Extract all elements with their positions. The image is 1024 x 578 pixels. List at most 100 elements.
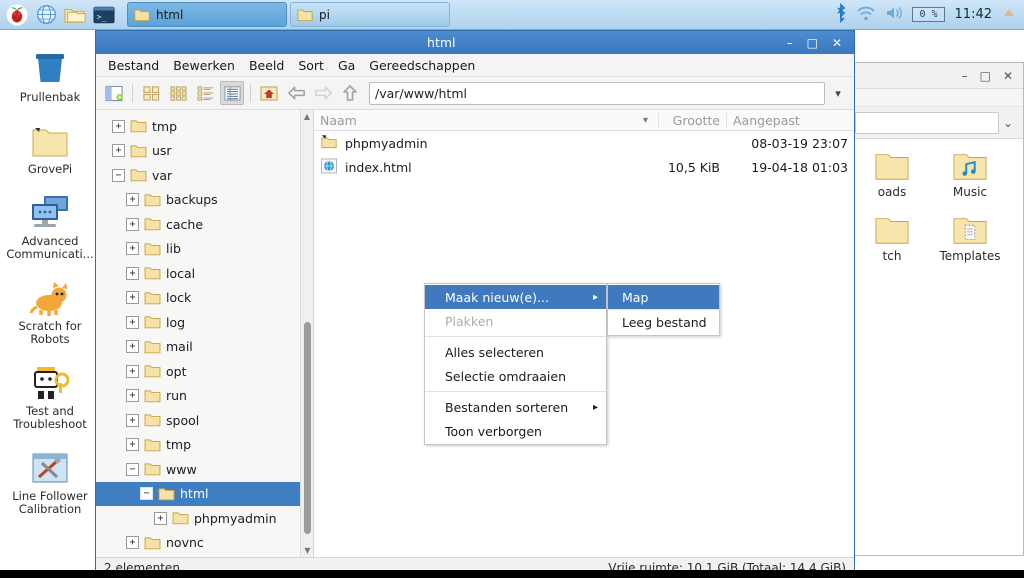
path-dropdown-icon[interactable]: ▾ <box>828 87 848 100</box>
raspberry-menu-icon[interactable] <box>4 2 30 28</box>
background-file-manager-window[interactable]: – □ ✕ ⌄ oads Music tch Templates <box>848 62 1024 556</box>
list-item[interactable]: Music <box>931 149 1009 199</box>
menu-bewerken[interactable]: Bewerken <box>167 56 241 75</box>
column-header-name[interactable]: Naam ▾ <box>314 113 658 128</box>
tree-expander[interactable]: + <box>126 536 139 550</box>
context-menu-item-bestanden-sorteren[interactable]: Bestanden sorteren ▸ <box>425 395 606 419</box>
file-manager-icon[interactable] <box>62 2 88 28</box>
tree-scrollbar[interactable]: ▲ ▼ <box>300 110 313 557</box>
tree-expander[interactable]: − <box>140 487 153 501</box>
terminal-icon[interactable]: >_ <box>91 2 117 28</box>
tree-item-novnc[interactable]: + novnc <box>96 531 313 556</box>
menu-sort[interactable]: Sort <box>292 56 330 75</box>
chevron-down-icon[interactable]: ▾ <box>643 115 652 126</box>
list-item[interactable]: tch <box>853 213 931 263</box>
desktop-icon-advanced-communication[interactable]: Advanced Communicati... <box>2 182 98 265</box>
close-button[interactable]: ✕ <box>1003 69 1013 83</box>
menu-bestand[interactable]: Bestand <box>102 56 165 75</box>
table-row[interactable]: phpmyadmin 08-03-19 23:07 <box>314 131 854 155</box>
table-row[interactable]: index.html 10,5 KiB 19-04-18 01:03 <box>314 155 854 179</box>
bluetooth-icon[interactable] <box>834 2 848 26</box>
desktop-icon-line-follower-calibration[interactable]: Line Follower Calibration <box>2 437 98 520</box>
desktop-icon-test-and-troubleshoot[interactable]: Test and Troubleshoot <box>2 352 98 435</box>
cpu-usage-indicator[interactable]: 0 % <box>912 7 945 22</box>
tree-item-tmp-var[interactable]: + tmp <box>96 433 313 458</box>
context-menu-item-selectie-omdraaien[interactable]: Selectie omdraaien <box>425 364 606 388</box>
context-menu-item-alles-selecteren[interactable]: Alles selecteren <box>425 340 606 364</box>
tree-item-spool[interactable]: + spool <box>96 408 313 433</box>
web-browser-icon[interactable] <box>33 2 59 28</box>
volume-icon[interactable] <box>884 4 904 25</box>
context-submenu-item-map[interactable]: Map <box>608 285 719 309</box>
tree-expander[interactable]: + <box>112 144 125 158</box>
tree-item-cache[interactable]: + cache <box>96 212 313 237</box>
tree-expander[interactable]: + <box>126 413 139 427</box>
wifi-icon[interactable] <box>856 4 876 25</box>
menu-beeld[interactable]: Beeld <box>243 56 290 75</box>
tree-expander[interactable]: + <box>126 315 139 329</box>
tree-item-www[interactable]: − www <box>96 457 313 482</box>
tree-expander[interactable]: + <box>126 266 139 280</box>
desktop-icon-grovepi[interactable]: GrovePi <box>2 110 98 180</box>
context-submenu[interactable]: Map Leeg bestand <box>607 283 720 336</box>
tree-item-local[interactable]: + local <box>96 261 313 286</box>
tree-item-backups[interactable]: + backups <box>96 188 313 213</box>
tree-item-tmp[interactable]: + tmp <box>96 114 313 139</box>
tree-expander[interactable]: + <box>126 438 139 452</box>
list-item[interactable]: oads <box>853 149 931 199</box>
tree-item-phpmyadmin[interactable]: + phpmyadmin <box>96 506 313 531</box>
taskbar-window-pi[interactable]: pi <box>290 2 450 27</box>
desktop-icon-scratch-for-robots[interactable]: Scratch for Robots <box>2 267 98 350</box>
clock[interactable]: 11:42 <box>953 7 994 22</box>
tree-item-html[interactable]: − html <box>96 481 313 506</box>
detailed-list-view-icon[interactable] <box>220 81 244 105</box>
new-tab-icon[interactable] <box>102 81 126 105</box>
back-arrow-icon[interactable] <box>284 81 308 105</box>
tree-item-lock[interactable]: + lock <box>96 286 313 311</box>
menu-ga[interactable]: Ga <box>332 56 361 75</box>
close-button[interactable]: ✕ <box>832 37 842 49</box>
desktop-icon-prullenbak[interactable]: Prullenbak <box>2 38 98 108</box>
context-menu[interactable]: Maak nieuw(e)... ▸ Plakken Alles selecte… <box>424 283 607 445</box>
tree-item-run[interactable]: + run <box>96 384 313 409</box>
path-input[interactable]: /var/www/html <box>369 81 825 105</box>
tree-expander[interactable]: − <box>112 168 125 182</box>
tree-expander[interactable]: − <box>126 462 139 476</box>
chevron-down-icon[interactable]: ⌄ <box>999 116 1017 130</box>
tree-expander[interactable]: + <box>112 119 125 133</box>
tree-item-opt[interactable]: + opt <box>96 359 313 384</box>
minimize-button[interactable]: – <box>962 69 968 83</box>
taskbar-window-html[interactable]: html <box>127 2 287 27</box>
list-item[interactable]: Templates <box>931 213 1009 263</box>
context-menu-item-toon-verborgen[interactable]: Toon verborgen <box>425 419 606 443</box>
up-arrow-icon[interactable] <box>338 81 362 105</box>
column-header-modified[interactable]: Aangepast <box>726 112 854 128</box>
minimize-button[interactable]: – <box>787 37 793 49</box>
maximize-button[interactable]: □ <box>807 37 818 49</box>
home-icon[interactable] <box>257 81 281 105</box>
menu-gereedschappen[interactable]: Gereedschappen <box>363 56 481 75</box>
tree-expander[interactable]: + <box>126 389 139 403</box>
icon-view-icon[interactable] <box>139 81 163 105</box>
scroll-up-arrow-icon[interactable]: ▲ <box>301 110 313 123</box>
scrollbar-thumb[interactable] <box>304 322 311 534</box>
tree-expander[interactable]: + <box>126 291 139 305</box>
eject-icon[interactable] <box>1002 6 1016 23</box>
tree-expander[interactable]: + <box>126 217 139 231</box>
tree-expander[interactable]: + <box>154 511 167 525</box>
tree-item-log[interactable]: + log <box>96 310 313 335</box>
tree-expander[interactable]: + <box>126 193 139 207</box>
maximize-button[interactable]: □ <box>980 69 991 83</box>
column-header-size[interactable]: Grootte <box>658 112 726 128</box>
scroll-down-arrow-icon[interactable]: ▼ <box>301 544 313 557</box>
background-path-input[interactable] <box>855 111 999 134</box>
tree-item-var[interactable]: − var <box>96 163 313 188</box>
tree-item-usr[interactable]: + usr <box>96 139 313 164</box>
tree-item-mail[interactable]: + mail <box>96 335 313 360</box>
compact-view-icon[interactable] <box>166 81 190 105</box>
context-menu-item-maak-nieuwe[interactable]: Maak nieuw(e)... ▸ <box>425 285 606 309</box>
thumbnail-view-icon[interactable] <box>193 81 217 105</box>
tree-expander[interactable]: + <box>126 242 139 256</box>
context-submenu-item-leeg-bestand[interactable]: Leeg bestand <box>608 310 719 334</box>
tree-expander[interactable]: + <box>126 340 139 354</box>
